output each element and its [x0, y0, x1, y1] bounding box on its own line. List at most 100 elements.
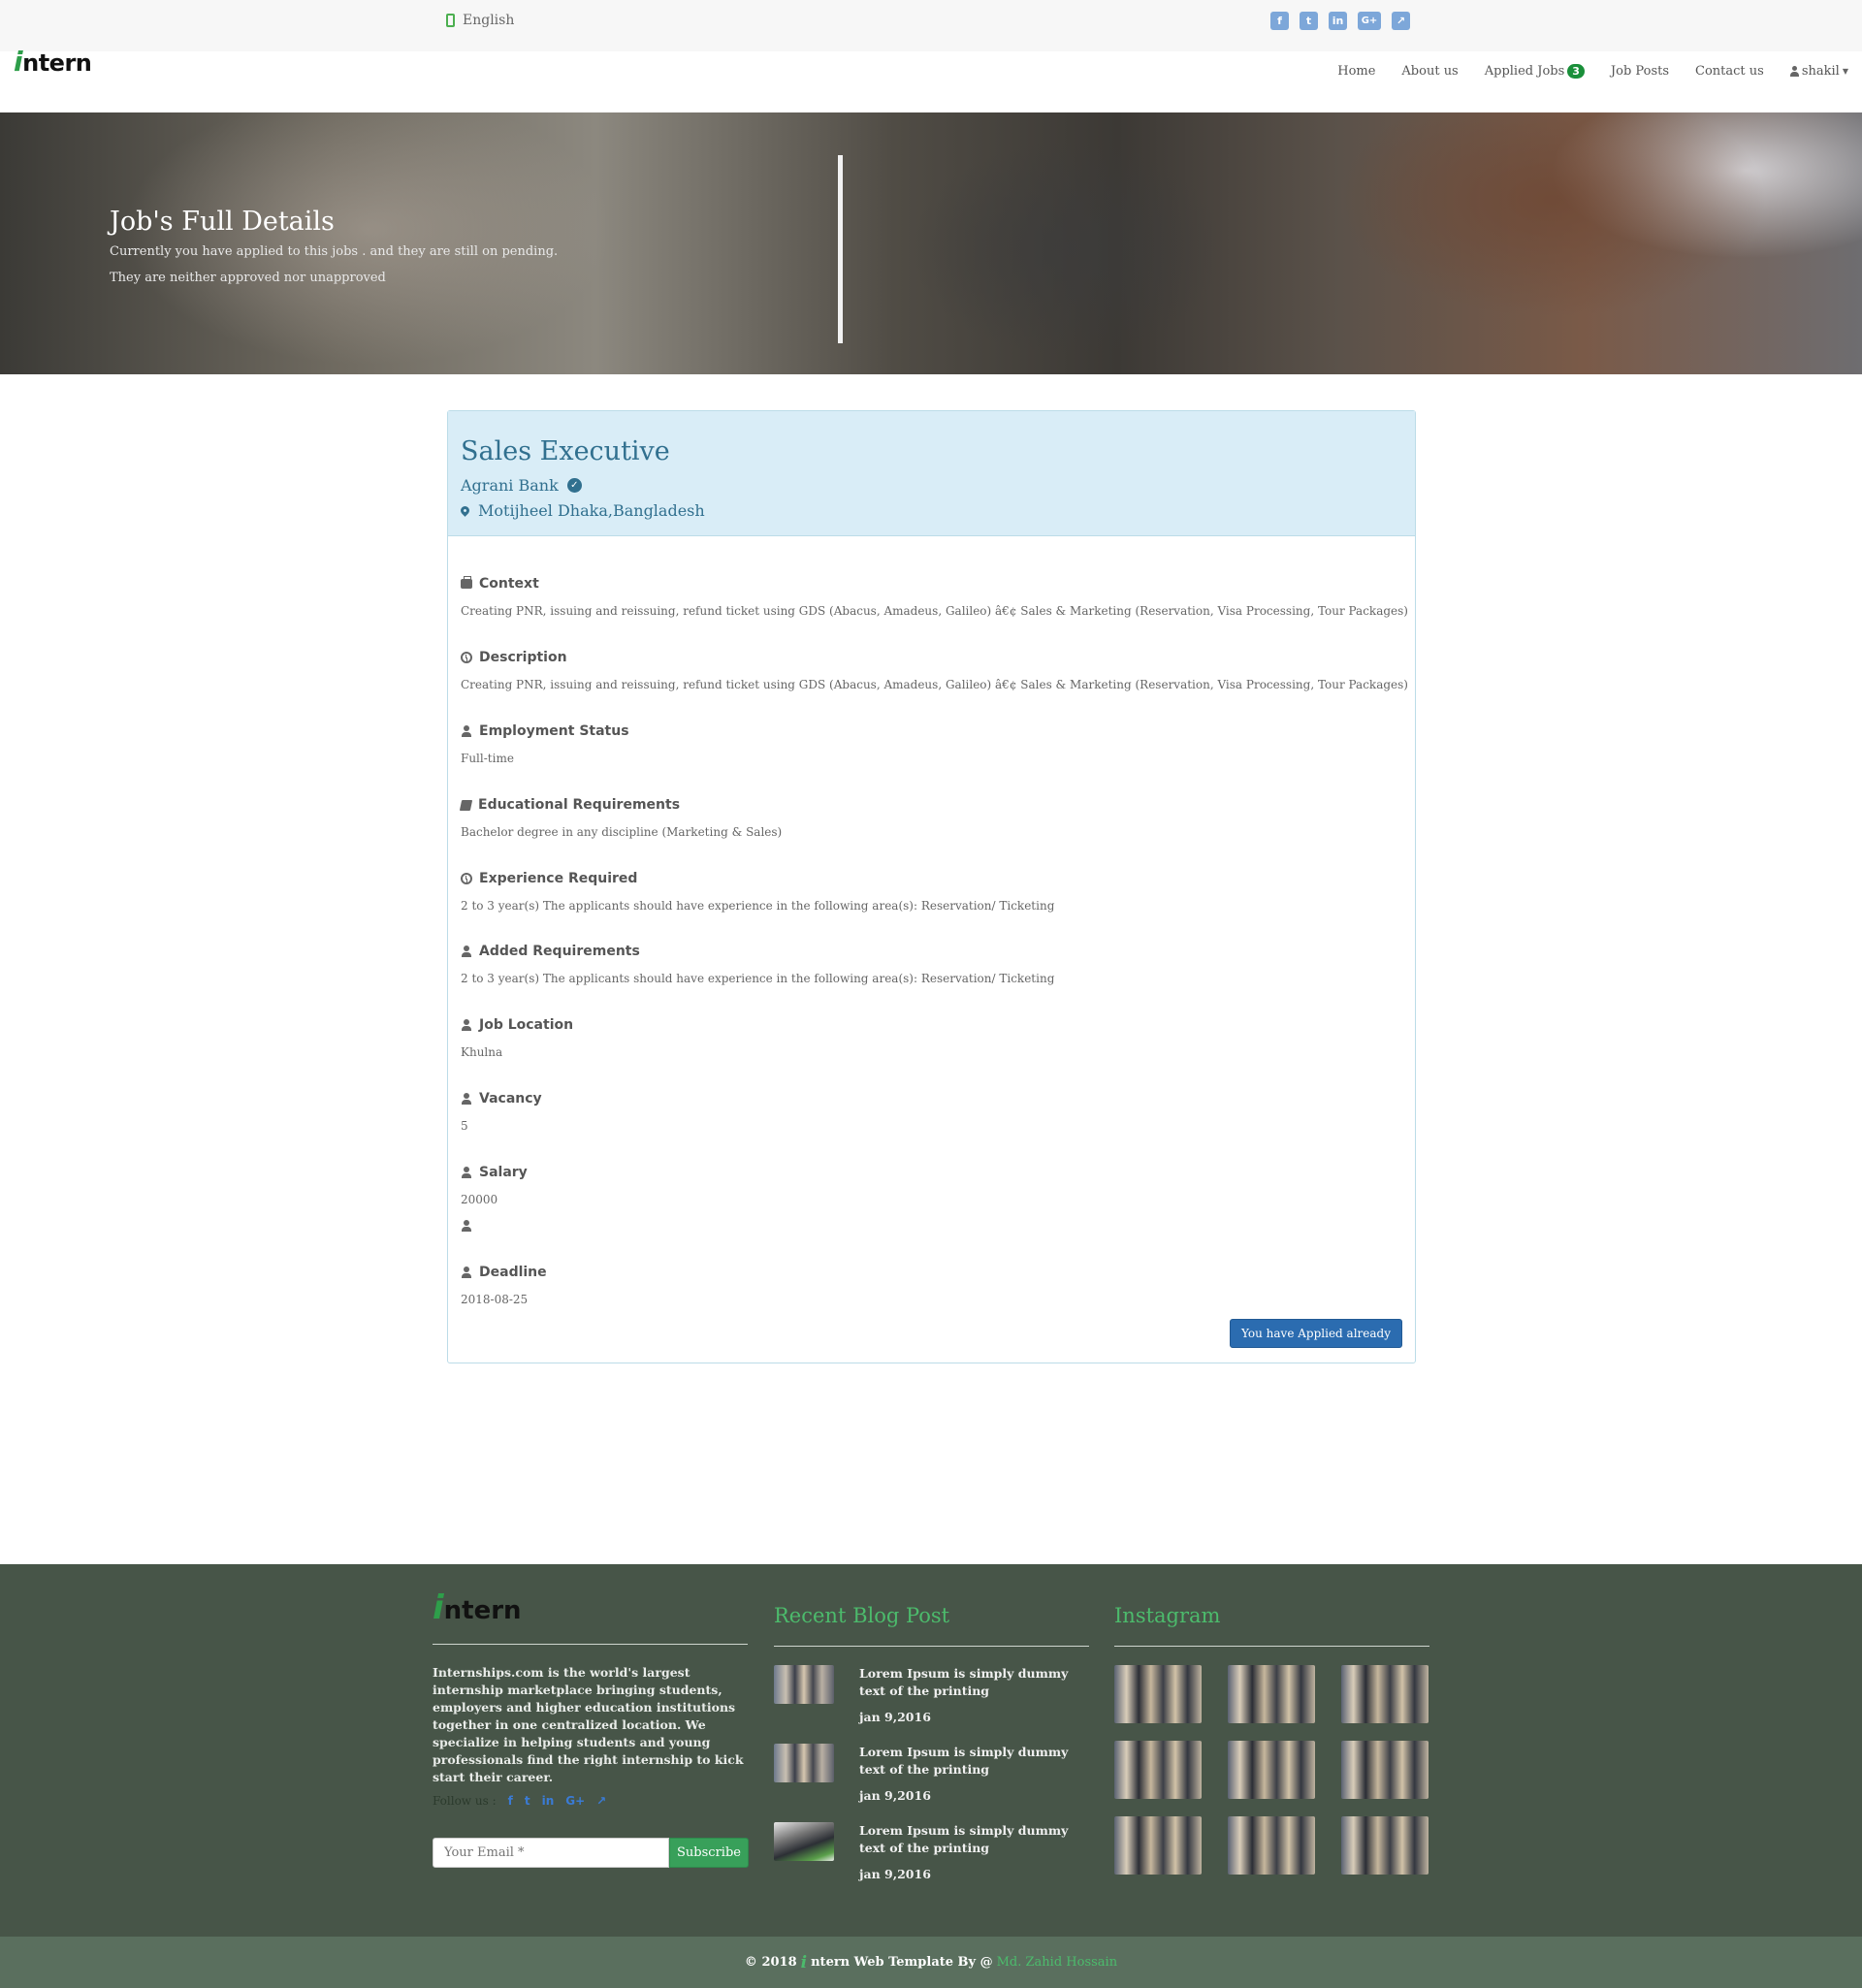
job-panel-header: Sales Executive Agrani Bank ✓ Motijheel …	[448, 411, 1415, 536]
blog-post-date: jan 9,2016	[859, 1710, 931, 1724]
share-icon[interactable]: ↗	[1392, 12, 1410, 30]
blog-post-date: jan 9,2016	[859, 1867, 931, 1881]
instagram-photo[interactable]	[1228, 1741, 1315, 1799]
user-icon	[1789, 66, 1799, 77]
subscribe-button[interactable]: Subscribe	[669, 1838, 749, 1868]
nav-home[interactable]: Home	[1337, 64, 1375, 79]
footer-divider	[774, 1646, 1089, 1647]
company-label: Agrani Bank	[461, 476, 559, 495]
instagram-photo[interactable]	[1114, 1816, 1202, 1875]
hero-subtitle-2: They are neither approved nor unapproved	[110, 271, 386, 285]
section-employment-status: Employment Status Full-time	[461, 723, 629, 765]
share-icon[interactable]: ↗	[596, 1794, 606, 1808]
section-value: 20000	[461, 1193, 498, 1206]
email-input[interactable]	[433, 1838, 669, 1868]
company-name: Agrani Bank ✓	[461, 476, 582, 495]
section-value: 2 to 3 year(s) The applicants should hav…	[461, 972, 1055, 985]
copyright-prefix: © 2018	[744, 1955, 797, 1970]
section-label: Context	[479, 576, 539, 592]
section-value: Khulna	[461, 1045, 503, 1059]
nav-applied-jobs-label: Applied Jobs	[1484, 64, 1565, 79]
section-label: Added Requirements	[479, 944, 640, 959]
section-vacancy: Vacancy 5	[461, 1091, 542, 1133]
section-experience-required: Experience Required 2 to 3 year(s) The a…	[461, 871, 1054, 913]
section-label: Employment Status	[479, 723, 629, 739]
nav-job-posts[interactable]: Job Posts	[1611, 64, 1669, 79]
section-value: Bachelor degree in any discipline (Marke…	[461, 825, 783, 839]
footer-logo[interactable]: intern	[433, 1588, 522, 1627]
user-icon	[461, 1267, 472, 1278]
nav-about[interactable]: About us	[1401, 64, 1458, 79]
language-label: English	[463, 13, 515, 28]
map-pin-icon	[459, 504, 471, 517]
blog-post-date: jan 9,2016	[859, 1788, 931, 1803]
user-name: shakil	[1801, 64, 1840, 79]
applied-already-button[interactable]: You have Applied already	[1230, 1319, 1402, 1348]
hero-banner: Job's Full Details Currently you have ap…	[0, 112, 1862, 374]
blog-post-title: Lorem Ipsum is simply dummy text of the …	[859, 1666, 1069, 1698]
linkedin-icon[interactable]: in	[1329, 12, 1347, 30]
user-icon	[461, 725, 472, 737]
follow-us: Follow us : f t in G+ ↗	[433, 1794, 606, 1808]
hero-title: Job's Full Details	[110, 207, 335, 237]
user-menu[interactable]: shakil ▼	[1789, 64, 1848, 79]
section-context: Context Creating PNR, issuing and reissu…	[461, 576, 1408, 618]
blog-post-title: Lorem Ipsum is simply dummy text of the …	[859, 1823, 1069, 1855]
follow-label: Follow us :	[433, 1794, 497, 1808]
section-label: Deadline	[479, 1265, 547, 1280]
user-icon	[461, 1019, 472, 1031]
copyright-author-link[interactable]: Md. Zahid Hossain	[997, 1955, 1117, 1970]
user-icon	[461, 1220, 471, 1232]
instagram-photo[interactable]	[1228, 1816, 1315, 1875]
facebook-icon[interactable]: f	[1270, 12, 1289, 30]
section-label: Experience Required	[479, 871, 638, 886]
language-selector[interactable]: English	[446, 13, 514, 28]
top-bar: English f t in G+ ↗	[0, 0, 1862, 51]
linkedin-icon[interactable]: in	[542, 1794, 555, 1808]
instagram-photo[interactable]	[1114, 1665, 1202, 1723]
google-plus-icon[interactable]: G+	[565, 1794, 585, 1808]
instagram-photo[interactable]	[1341, 1665, 1429, 1723]
section-added-requirements: Added Requirements 2 to 3 year(s) The ap…	[461, 944, 1054, 985]
section-educational-requirements: Educational Requirements Bachelor degree…	[459, 797, 783, 839]
navbar	[0, 51, 1862, 112]
user-icon	[461, 1093, 472, 1105]
verified-check-icon: ✓	[566, 478, 582, 493]
twitter-icon[interactable]: t	[1300, 12, 1318, 30]
hero-subtitle-1: Currently you have applied to this jobs …	[110, 244, 559, 259]
phone-icon	[446, 14, 455, 27]
copyright-logo-i: i	[800, 1952, 808, 1972]
section-label: Job Location	[479, 1017, 574, 1033]
section-deadline: Deadline 2018-08-25	[461, 1265, 547, 1306]
blog-thumbnail	[774, 1665, 834, 1704]
top-social-links: f t in G+ ↗	[1270, 12, 1410, 30]
section-description: Description Creating PNR, issuing and re…	[461, 650, 1408, 691]
applied-count-badge: 3	[1567, 64, 1585, 79]
facebook-icon[interactable]: f	[508, 1794, 513, 1808]
section-value: 5	[461, 1119, 468, 1133]
copyright-bar: © 2018 i ntern Web Template By @ Md. Zahi…	[0, 1937, 1862, 1988]
copyright-text: ntern Web Template By @	[811, 1955, 993, 1970]
twitter-icon[interactable]: t	[525, 1794, 530, 1808]
nav-contact[interactable]: Contact us	[1695, 64, 1764, 79]
instagram-title: Instagram	[1114, 1604, 1221, 1627]
section-salary: Salary 20000	[461, 1165, 528, 1234]
book-icon	[459, 799, 473, 811]
google-plus-icon[interactable]: G+	[1358, 12, 1381, 30]
instagram-photo[interactable]	[1341, 1816, 1429, 1875]
instagram-photo[interactable]	[1341, 1741, 1429, 1799]
clock-icon	[461, 652, 472, 663]
instagram-photo[interactable]	[1114, 1741, 1202, 1799]
subscribe-form: Subscribe	[433, 1838, 749, 1868]
section-value: 2 to 3 year(s) The applicants should hav…	[461, 899, 1055, 913]
nav-applied-jobs[interactable]: Applied Jobs 3	[1485, 64, 1585, 79]
hero-divider	[838, 155, 843, 343]
blog-post-title: Lorem Ipsum is simply dummy text of the …	[859, 1745, 1069, 1777]
section-value: 2018-08-25	[461, 1293, 529, 1306]
user-icon	[461, 1167, 472, 1178]
site-logo[interactable]: intern	[14, 46, 92, 78]
instagram-photo[interactable]	[1228, 1665, 1315, 1723]
clock-icon	[461, 873, 472, 884]
section-value: Creating PNR, issuing and reissuing, ref…	[461, 604, 1408, 618]
job-details-panel: Sales Executive Agrani Bank ✓ Motijheel …	[447, 410, 1416, 1363]
